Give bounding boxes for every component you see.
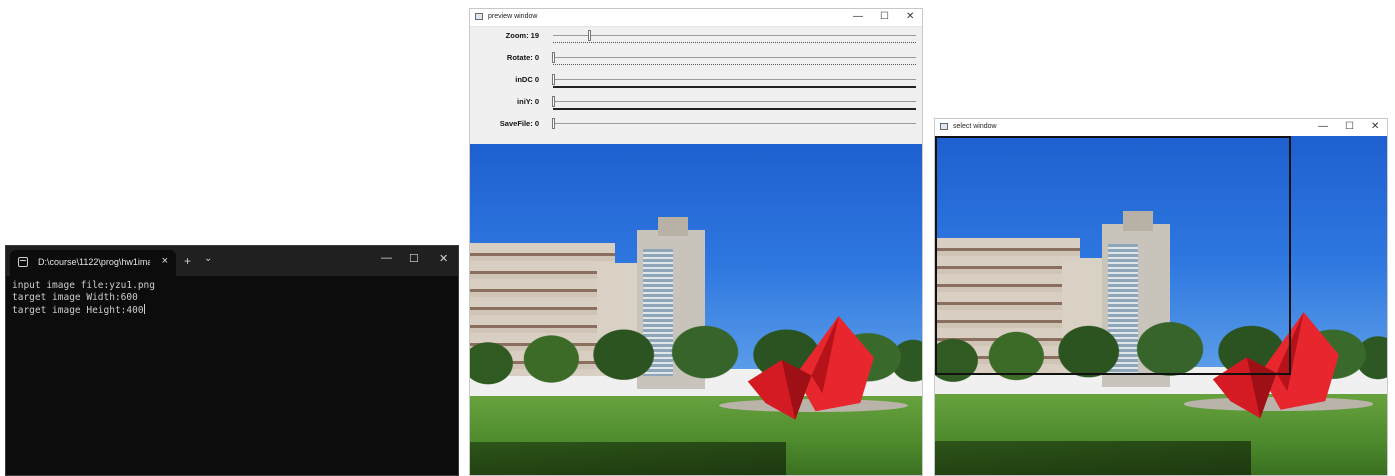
window-app-icon: [475, 13, 483, 20]
trackbar-rotate-track[interactable]: [553, 57, 916, 58]
tab-close-icon[interactable]: ×: [162, 255, 168, 267]
trackbar-rotate-ticks: [553, 64, 916, 67]
terminal-line: target image Width:600: [12, 292, 138, 303]
maximize-icon[interactable]: ☐: [409, 252, 419, 265]
trackbar-zoom-label: Zoom: 19: [505, 31, 539, 40]
trackbar-savefile[interactable]: SaveFile: 0: [470, 118, 922, 140]
trackbar-indc-thumb[interactable]: [552, 74, 555, 85]
terminal-line-text: target image Height:400: [12, 305, 144, 316]
trackbar-iniy-track[interactable]: [553, 101, 916, 102]
trackbar-savefile-thumb[interactable]: [552, 118, 555, 129]
trackbar-zoom-ticks: [553, 42, 916, 45]
terminal-icon: [18, 257, 28, 267]
trackbar-rotate-thumb[interactable]: [552, 52, 555, 63]
minimize-icon[interactable]: —: [381, 252, 392, 264]
terminal-tab-bar: D:\course\1122\prog\hw1imag × + ⌄ — ☐ ✕: [6, 246, 458, 276]
text-cursor: [143, 304, 145, 314]
trackbar-indc-label: inDC 0: [515, 75, 539, 84]
select-window-titlebar[interactable]: select window — ☐ ✕: [935, 119, 1387, 137]
image-shadow: [470, 441, 787, 475]
trackbar-iniy-label: iniY: 0: [517, 97, 539, 106]
minimize-icon[interactable]: —: [1318, 121, 1328, 132]
trackbar-savefile-label: SaveFile: 0: [499, 119, 539, 128]
terminal-tab[interactable]: D:\course\1122\prog\hw1imag ×: [10, 250, 176, 276]
select-image[interactable]: [935, 136, 1387, 475]
trackbar-zoom-track[interactable]: [553, 35, 916, 36]
preview-image: [470, 144, 922, 475]
select-window-title: select window: [953, 123, 997, 130]
trackbar-indc[interactable]: inDC 0: [470, 74, 922, 96]
trackbar-iniy-ticks: [553, 108, 916, 112]
select-window: select window — ☐ ✕: [934, 118, 1388, 476]
terminal-line: target image Height:400: [12, 304, 452, 317]
chevron-down-icon[interactable]: ⌄: [204, 253, 212, 264]
terminal-tab-title: D:\course\1122\prog\hw1imag: [38, 257, 150, 267]
terminal-line: input image file:yzu1.png: [12, 280, 155, 291]
trackbar-zoom[interactable]: Zoom: 19: [470, 30, 922, 52]
trackbar-iniy[interactable]: iniY: 0: [470, 96, 922, 118]
trackbar-indc-ticks: [553, 86, 916, 90]
close-icon[interactable]: ✕: [439, 252, 448, 265]
maximize-icon[interactable]: ☐: [880, 11, 889, 22]
terminal-output[interactable]: input image file:yzu1.png target image W…: [6, 276, 458, 321]
image-shadow: [935, 441, 1252, 475]
preview-window: preview window — ☐ ✕ Zoom: 19 Rotate: 0 …: [469, 8, 923, 476]
trackbar-rotate[interactable]: Rotate: 0: [470, 52, 922, 74]
window-app-icon: [940, 123, 948, 130]
trackbar-indc-track[interactable]: [553, 79, 916, 80]
trackbar-savefile-track[interactable]: [553, 123, 916, 124]
preview-window-title: preview window: [488, 13, 538, 20]
trackbar-panel: Zoom: 19 Rotate: 0 inDC 0 iniY: 0 SaveFi…: [470, 27, 922, 145]
close-icon[interactable]: ✕: [906, 11, 914, 22]
new-tab-icon[interactable]: +: [184, 254, 191, 268]
image-red-sculpture: [747, 315, 875, 420]
terminal-window: D:\course\1122\prog\hw1imag × + ⌄ — ☐ ✕ …: [5, 245, 459, 476]
trackbar-rotate-label: Rotate: 0: [506, 53, 539, 62]
close-icon[interactable]: ✕: [1371, 121, 1379, 132]
preview-window-titlebar[interactable]: preview window — ☐ ✕: [470, 9, 922, 27]
selection-rectangle[interactable]: [935, 136, 1291, 375]
trackbar-zoom-thumb[interactable]: [588, 30, 591, 41]
minimize-icon[interactable]: —: [853, 11, 863, 22]
trackbar-iniy-thumb[interactable]: [552, 96, 555, 107]
maximize-icon[interactable]: ☐: [1345, 121, 1354, 132]
